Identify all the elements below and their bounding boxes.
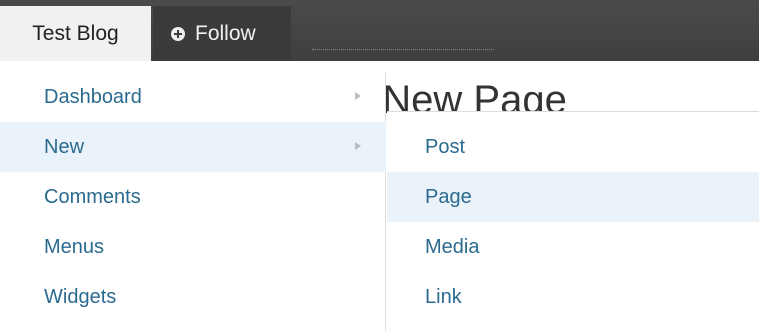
menu-item-label: Widgets — [44, 285, 117, 308]
admin-bar: Test Blog Follow — [0, 0, 759, 61]
menu-item-dashboard[interactable]: Dashboard — [0, 72, 386, 122]
menu-item-new[interactable]: New — [0, 122, 386, 172]
menu-item-label: Comments — [44, 185, 141, 208]
new-submenu: Post Page Media Link — [387, 111, 759, 331]
submenu-arrow-icon — [355, 92, 361, 100]
menu-item-comments[interactable]: Comments — [0, 172, 386, 222]
follow-button[interactable]: Follow — [153, 6, 291, 61]
submenu-item-label: Post — [425, 135, 466, 158]
menu-item-widgets[interactable]: Widgets — [0, 272, 386, 322]
menu-item-label: Dashboard — [44, 85, 142, 108]
submenu-item-link[interactable]: Link — [387, 272, 759, 322]
admin-bar-divider — [312, 49, 494, 50]
menu-item-menus[interactable]: Menus — [0, 222, 386, 272]
screen: Test Blog Follow Add New Page Dashboard … — [0, 0, 759, 331]
menu-item-label: New — [44, 135, 85, 158]
follow-label: Follow — [195, 21, 256, 45]
submenu-item-media[interactable]: Media — [387, 222, 759, 272]
submenu-item-label: Link — [425, 285, 462, 308]
menu-item-label: Menus — [44, 235, 105, 258]
submenu-item-label: Media — [425, 235, 480, 258]
site-dropdown-menu: Dashboard New Comments Menus Widgets — [0, 72, 386, 331]
submenu-arrow-icon — [355, 142, 361, 150]
submenu-item-label: Page — [425, 185, 472, 208]
site-tab-label: Test Blog — [32, 21, 119, 45]
submenu-item-page[interactable]: Page — [387, 172, 759, 222]
submenu-item-post[interactable]: Post — [387, 122, 759, 172]
site-tab[interactable]: Test Blog — [0, 6, 151, 61]
plus-circle-icon — [171, 26, 185, 41]
